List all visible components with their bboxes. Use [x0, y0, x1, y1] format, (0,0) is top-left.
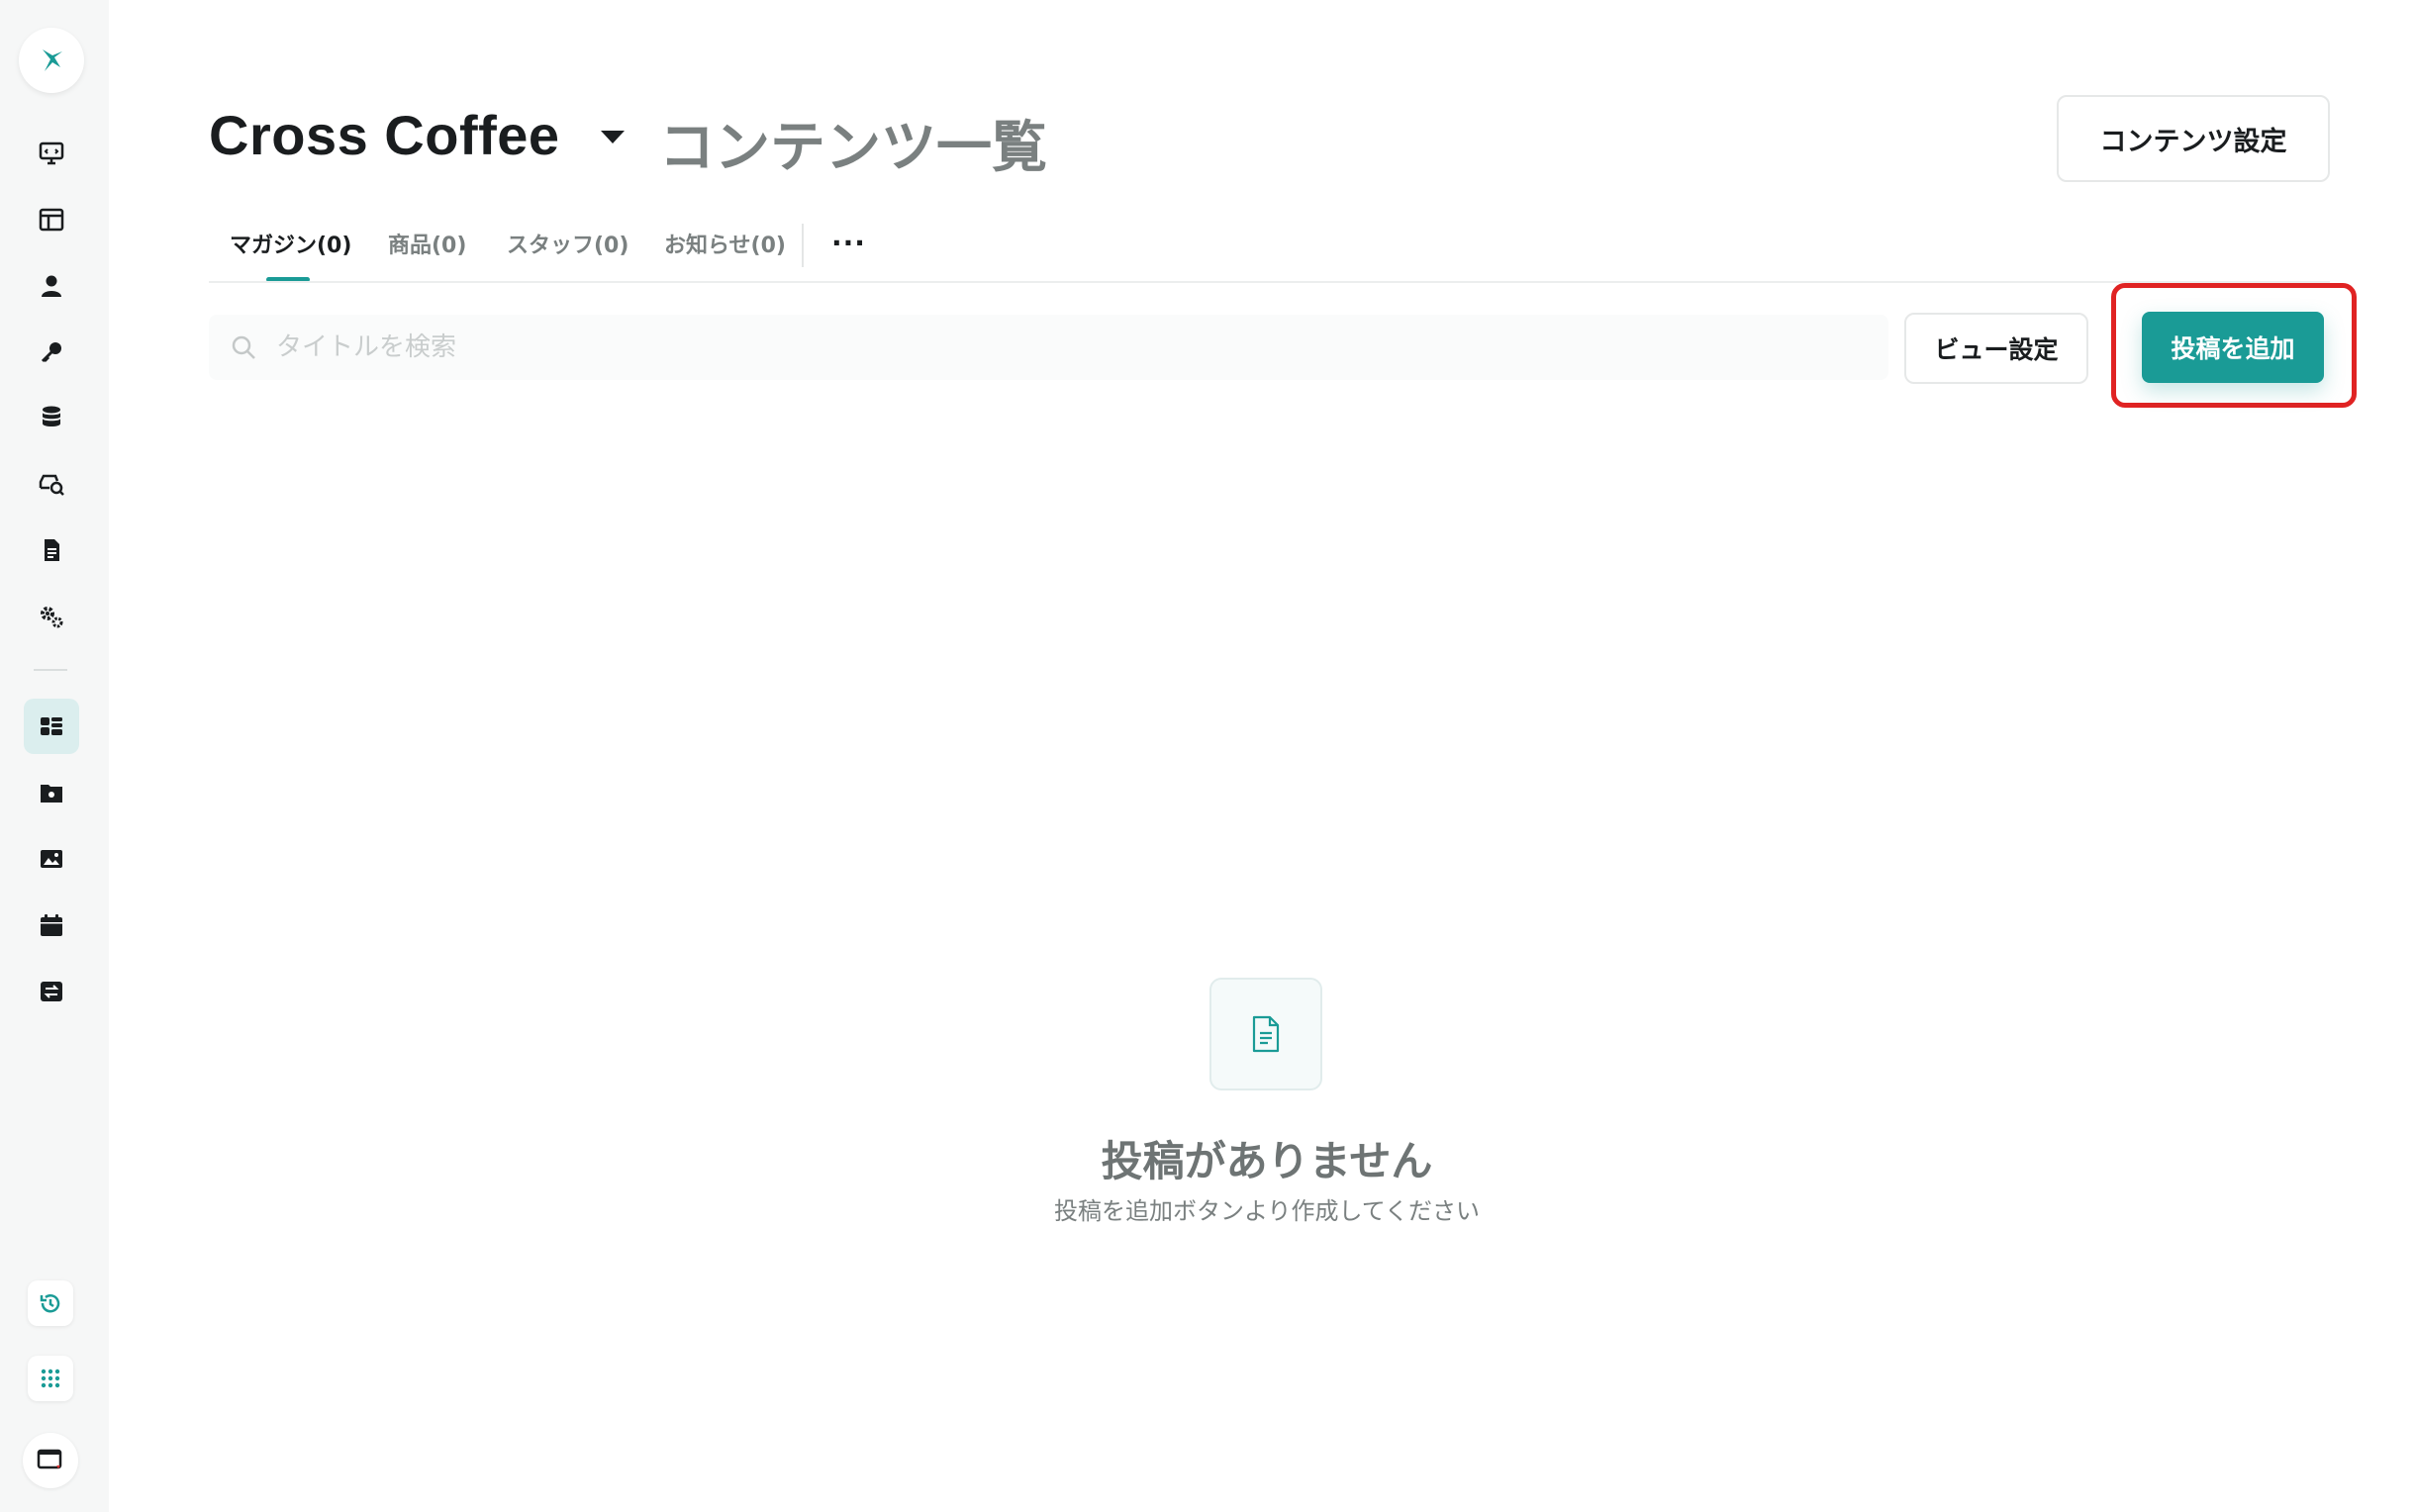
page-subtitle: コンテンツ一覧 — [659, 116, 1047, 180]
dashboard-icon — [41, 717, 62, 735]
calendar-icon — [41, 914, 62, 936]
sidebar-item-images[interactable] — [27, 834, 76, 884]
document-outline-icon — [1252, 1015, 1280, 1053]
search-icon — [232, 335, 255, 359]
view-settings-button[interactable]: ビュー設定 — [1904, 313, 2088, 384]
sidebar — [0, 0, 109, 1512]
user-icon — [42, 275, 61, 297]
sidebar-item-search-car[interactable] — [27, 459, 76, 509]
sidebar-item-contents[interactable] — [24, 699, 79, 754]
tab-staff[interactable]: スタッフ(0) — [507, 228, 628, 259]
sidebar-item-key[interactable] — [27, 328, 76, 377]
layout-icon — [39, 208, 64, 232]
empty-state-subtitle: 投稿を追加ボタンより作成してください — [1053, 1197, 1481, 1225]
tab-magazine[interactable]: マガジン(0) — [230, 228, 351, 259]
gears-icon — [41, 607, 63, 628]
image-icon — [41, 850, 62, 868]
sidebar-item-document[interactable] — [27, 525, 76, 575]
add-post-button[interactable]: 投稿を追加 — [2142, 312, 2324, 383]
tab-news[interactable]: お知らせ(0) — [664, 228, 786, 259]
tab-products[interactable]: 商品(0) — [388, 228, 466, 259]
history-button[interactable] — [28, 1280, 73, 1326]
sidebar-item-folder-settings[interactable] — [27, 768, 76, 817]
tab-more-button[interactable]: ... — [831, 220, 866, 252]
empty-state-title: 投稿がありません — [1101, 1137, 1433, 1185]
bird-logo-icon — [43, 49, 62, 71]
window-icon — [37, 1449, 62, 1469]
empty-state-icon-box — [1209, 978, 1322, 1090]
sidebar-item-user[interactable] — [27, 261, 76, 311]
folder-gear-icon — [41, 785, 62, 803]
sidebar-item-settings[interactable] — [27, 592, 76, 641]
sidebar-item-swap[interactable] — [27, 967, 76, 1016]
apps-grid-icon — [41, 1369, 60, 1388]
app-logo[interactable] — [19, 28, 84, 93]
sidebar-item-monitor[interactable] — [27, 129, 76, 178]
document-icon — [45, 539, 59, 561]
key-icon — [41, 342, 61, 363]
sidebar-divider — [34, 669, 67, 671]
history-icon — [40, 1294, 60, 1313]
tabs-divider — [209, 281, 2330, 283]
tab-separator — [802, 224, 804, 267]
database-icon — [43, 406, 60, 426]
sidebar-item-calendar[interactable] — [27, 900, 76, 950]
search-bar — [209, 315, 1888, 380]
apps-button[interactable] — [28, 1356, 73, 1401]
site-dropdown-caret[interactable] — [601, 131, 625, 143]
sidebar-item-database[interactable] — [27, 393, 76, 442]
window-button[interactable] — [23, 1433, 78, 1488]
search-car-icon — [39, 474, 64, 496]
sidebar-item-layout[interactable] — [27, 195, 76, 244]
page-title: Cross Coffee — [209, 104, 560, 166]
swap-icon — [41, 982, 62, 1001]
monitor-icon — [39, 142, 64, 165]
content-settings-button[interactable]: コンテンツ設定 — [2057, 95, 2330, 182]
search-input[interactable] — [276, 315, 1860, 380]
